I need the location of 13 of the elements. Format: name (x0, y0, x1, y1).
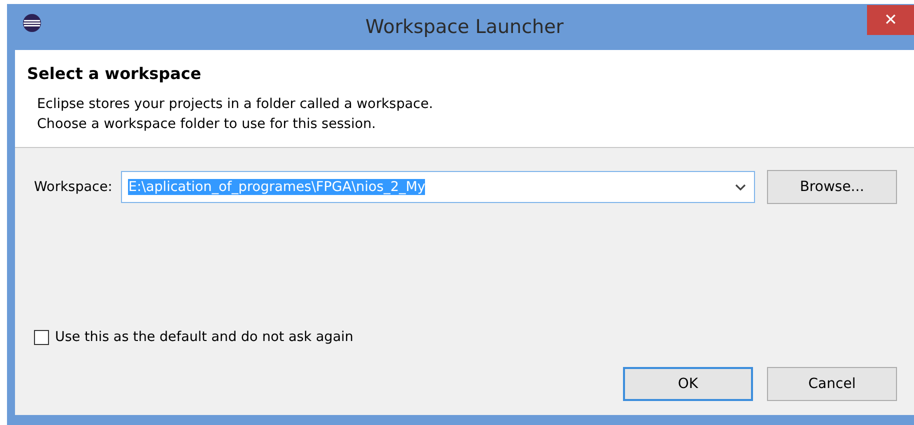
description-text: Choose a workspace folder to use for this session. (37, 115, 377, 134)
default-checkbox[interactable] (34, 330, 49, 344)
checkbox-label: Use this as the default and do not ask again (55, 329, 354, 345)
workspace-label: Workspace: (34, 179, 112, 195)
close-button[interactable]: ✕ (867, 5, 914, 35)
window-title: Workspace Launcher (365, 16, 564, 38)
description-text: Eclipse stores your projects in a folder called a workspace. (37, 95, 434, 114)
ok-button[interactable]: OK (623, 367, 753, 401)
eclipse-logo-icon (23, 14, 41, 32)
cancel-button[interactable]: Cancel (767, 367, 897, 401)
chevron-down-icon (735, 184, 746, 190)
header-title: Select a workspace (27, 64, 202, 83)
browse-button[interactable]: Browse... (767, 170, 897, 204)
